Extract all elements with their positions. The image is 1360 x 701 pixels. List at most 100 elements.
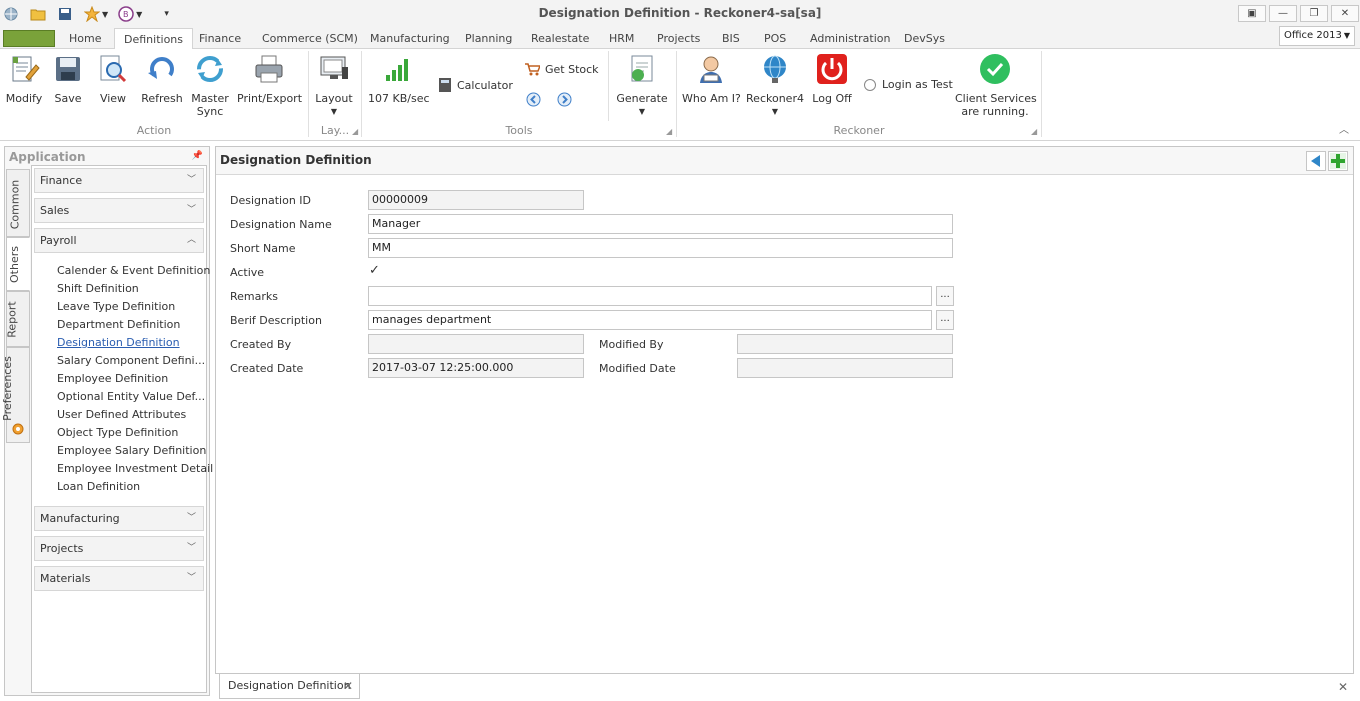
layout-monitor-icon <box>320 56 348 79</box>
collapse-ribbon-icon[interactable]: ︿ <box>1339 121 1349 136</box>
brief-description-ellipsis-button[interactable]: ... <box>936 310 954 330</box>
brief-description-field[interactable]: manages department <box>368 310 932 330</box>
back-button[interactable] <box>1306 151 1326 171</box>
print-export-button[interactable]: Print/Export <box>237 53 302 105</box>
login-as-test-label: Login as Test <box>882 78 953 91</box>
next-arrow-button[interactable] <box>557 92 572 110</box>
tab-commerce-scm[interactable]: Commerce (SCM) <box>253 28 367 49</box>
nav-item-employee-investment-detail[interactable]: Employee Investment Detail <box>57 462 213 475</box>
office-style-select[interactable]: Office 2013 ▼ <box>1279 26 1355 46</box>
created-by-field[interactable] <box>368 334 584 354</box>
tab-administration[interactable]: Administration <box>801 28 900 49</box>
calculator-button[interactable]: Calculator <box>438 77 513 93</box>
nav-item-employee-definition[interactable]: Employee Definition <box>57 372 168 385</box>
get-stock-button[interactable]: Get Stock <box>524 62 599 76</box>
green-plus-icon <box>1330 153 1346 169</box>
who-am-i-button[interactable]: Who Am I? <box>682 53 741 105</box>
vtab-report[interactable]: Report <box>6 291 30 347</box>
nav-item-user-defined-attributes[interactable]: User Defined Attributes <box>57 408 186 421</box>
designation-id-field[interactable]: 00000009 <box>368 190 584 210</box>
maximize-button[interactable]: ❐ <box>1300 5 1328 22</box>
radio-icon[interactable] <box>864 78 876 91</box>
dialog-launcher-icon[interactable]: ◢ <box>666 127 672 136</box>
nav-item-designation-definition[interactable]: Designation Definition <box>57 336 180 349</box>
vtab-preferences[interactable]: Preferences <box>1 347 30 443</box>
nav-item-salary-component-definition[interactable]: Salary Component Defini... <box>57 354 205 367</box>
dialog-launcher-icon[interactable]: ◢ <box>352 127 358 136</box>
generate-button[interactable]: Generate ▼ <box>616 53 668 118</box>
master-sync-button[interactable]: Master Sync <box>191 53 229 118</box>
nav-item-shift-definition[interactable]: Shift Definition <box>57 282 139 295</box>
designation-id-label: Designation ID <box>230 194 312 207</box>
document-tab[interactable]: Designation Definition ✕ <box>219 674 360 699</box>
restore-layout-button[interactable]: ▣ <box>1238 5 1266 22</box>
vtab-others[interactable]: Others <box>6 237 30 291</box>
save-button[interactable]: Save <box>52 53 84 105</box>
tab-hrm[interactable]: HRM <box>600 28 643 49</box>
nav-group-manufacturing[interactable]: Manufacturing ﹀ <box>34 506 204 531</box>
created-date-field[interactable]: 2017-03-07 12:25:00.000 <box>368 358 584 378</box>
tab-projects[interactable]: Projects <box>648 28 709 49</box>
previous-arrow-button[interactable] <box>526 92 541 110</box>
tab-finance[interactable]: Finance <box>190 28 250 49</box>
tools-group-label: Tools <box>505 124 533 137</box>
tab-definitions[interactable]: Definitions <box>114 28 193 50</box>
tab-planning[interactable]: Planning <box>456 28 521 49</box>
tab-devsys[interactable]: DevSys <box>895 28 954 49</box>
login-as-test-option[interactable]: Login as Test <box>864 78 953 91</box>
tab-home[interactable]: Home <box>60 28 110 49</box>
vtab-report-label: Report <box>5 301 19 338</box>
modify-document-icon <box>12 56 40 82</box>
chevron-down-icon: ▼ <box>330 107 338 116</box>
blue-left-arrow-icon <box>1311 155 1320 167</box>
reckoner4-button[interactable]: Reckoner4 ▼ <box>746 53 804 118</box>
nav-item-department-definition[interactable]: Department Definition <box>57 318 180 331</box>
close-tab-icon[interactable]: ✕ <box>343 674 353 698</box>
refresh-arrow-icon <box>148 57 174 79</box>
nav-item-loan-definition[interactable]: Loan Definition <box>57 480 140 493</box>
nav-item-object-type-definition[interactable]: Object Type Definition <box>57 426 178 439</box>
ribbon-tabs: Home Definitions Finance Commerce (SCM) … <box>0 28 1360 50</box>
nav-item-optional-entity-value-definition[interactable]: Optional Entity Value Def... <box>57 390 205 403</box>
active-label: Active <box>230 266 265 279</box>
user-avatar-icon <box>700 56 722 83</box>
tab-pos[interactable]: POS <box>755 28 795 49</box>
modify-label: Modify <box>5 92 43 105</box>
short-name-field[interactable]: MM <box>368 238 953 258</box>
minimize-button[interactable]: — <box>1269 5 1297 22</box>
remarks-ellipsis-button[interactable]: ... <box>936 286 954 306</box>
nav-group-materials[interactable]: Materials ﹀ <box>34 566 204 591</box>
add-new-button[interactable] <box>1328 151 1348 171</box>
nav-group-finance[interactable]: Finance ﹀ <box>34 168 204 193</box>
tab-manufacturing[interactable]: Manufacturing <box>361 28 459 49</box>
view-button[interactable]: View <box>96 53 130 105</box>
pin-icon[interactable]: 📌 <box>192 151 203 161</box>
designation-name-field[interactable]: Manager <box>368 214 953 234</box>
nav-group-materials-label: Materials <box>40 572 91 585</box>
close-all-icon[interactable]: ✕ <box>1338 680 1348 694</box>
active-checkbox[interactable]: ✓ <box>369 264 383 278</box>
nav-group-payroll[interactable]: Payroll ︿ <box>34 228 204 253</box>
refresh-button[interactable]: Refresh <box>140 53 184 105</box>
nav-group-sales[interactable]: Sales ﹀ <box>34 198 204 223</box>
modified-date-field[interactable] <box>737 358 953 378</box>
application-menu-button[interactable] <box>3 30 55 47</box>
tab-realestate[interactable]: Realestate <box>522 28 598 49</box>
modify-button[interactable]: Modify <box>5 53 43 105</box>
printer-icon <box>255 55 283 83</box>
nav-group-projects[interactable]: Projects ﹀ <box>34 536 204 561</box>
vtab-common[interactable]: Common <box>6 169 30 237</box>
network-speed-label: 107 KB/sec <box>368 92 430 105</box>
nav-item-employee-salary-definition[interactable]: Employee Salary Definition <box>57 444 206 457</box>
nav-group-payroll-label: Payroll <box>40 234 77 247</box>
layout-button[interactable]: Layout ▼ <box>314 53 354 118</box>
dialog-launcher-icon[interactable]: ◢ <box>1031 127 1037 136</box>
nav-item-calender-event-definition[interactable]: Calender & Event Definition <box>57 264 210 277</box>
nav-group-finance-label: Finance <box>40 174 83 187</box>
log-off-button[interactable]: Log Off <box>810 53 854 105</box>
modified-by-field[interactable] <box>737 334 953 354</box>
remarks-field[interactable] <box>368 286 932 306</box>
tab-bis[interactable]: BIS <box>713 28 749 49</box>
nav-item-leave-type-definition[interactable]: Leave Type Definition <box>57 300 175 313</box>
close-window-button[interactable]: ✕ <box>1331 5 1359 22</box>
